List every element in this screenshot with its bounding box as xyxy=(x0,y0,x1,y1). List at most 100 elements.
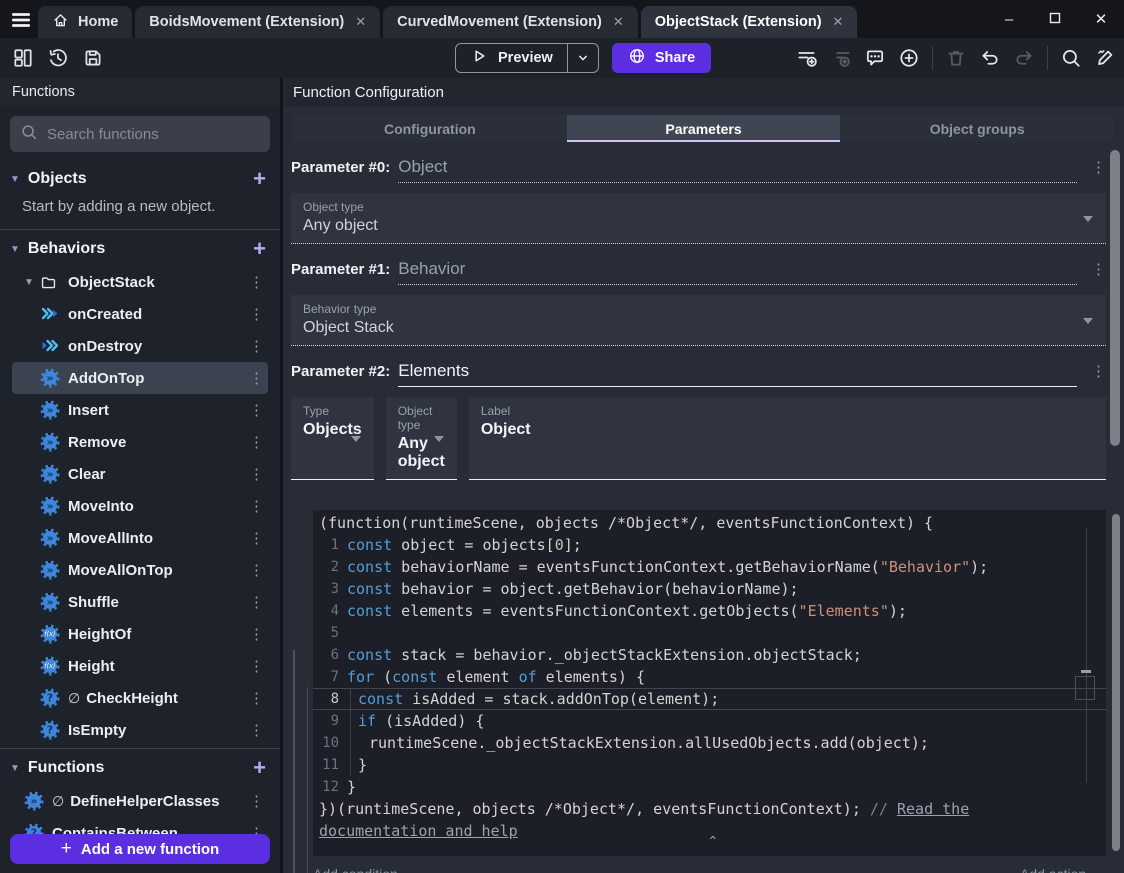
sidebar-item-heightof[interactable]: f(x) HeightOf ⋮ xyxy=(12,618,268,650)
code-line[interactable]: 1 const object = objects[0]; xyxy=(313,534,1106,556)
sidebar-item-moveallontop[interactable]: » MoveAllOnTop ⋮ xyxy=(12,554,268,586)
sidebar-item-isempty[interactable]: ? IsEmpty ⋮ xyxy=(12,714,268,746)
tab-parameters[interactable]: Parameters xyxy=(566,115,841,142)
js-code-editor[interactable]: (function(runtimeScene, objects /*Object… xyxy=(313,510,1106,856)
kebab-menu-icon[interactable]: ⋮ xyxy=(245,305,268,323)
code-line[interactable]: 4 const elements = eventsFunctionContext… xyxy=(313,600,1106,622)
field-label[interactable]: Label Object xyxy=(468,397,1106,480)
field-type[interactable]: Type Objects xyxy=(291,397,374,480)
sidebar-item-definehelperclasses[interactable]: » ∅ DefineHelperClasses ⋮ xyxy=(12,785,268,817)
parameter-name-input[interactable] xyxy=(398,157,1077,177)
preview-button[interactable]: Preview xyxy=(455,43,599,73)
kebab-menu-icon[interactable]: ⋮ xyxy=(245,337,268,355)
code-line[interactable]: 8 const isAdded = stack.addOnTop(element… xyxy=(313,688,1106,710)
code-line[interactable]: 9 if (isAdded) { xyxy=(313,710,1106,732)
code-line[interactable]: 5 xyxy=(313,622,1106,644)
sidebar-item-shuffle[interactable]: » Shuffle ⋮ xyxy=(12,586,268,618)
tab-close-icon[interactable]: ✕ xyxy=(355,14,366,30)
sidebar-item-height[interactable]: f(x) Height ⋮ xyxy=(12,650,268,682)
add-new-function-button[interactable]: + Add a new function xyxy=(10,834,270,864)
kebab-menu-icon[interactable]: ⋮ xyxy=(245,792,268,810)
field-behavior-type[interactable]: Behavior type Object Stack xyxy=(291,295,1106,346)
add-behavior-icon[interactable]: + xyxy=(253,238,266,260)
tab-object-groups[interactable]: Object groups xyxy=(840,115,1114,142)
close-button[interactable]: ✕ xyxy=(1078,10,1124,28)
tab-curvedmovement-extension[interactable]: CurvedMovement (Extension) ✕ xyxy=(383,6,638,38)
kebab-menu-icon[interactable]: ⋮ xyxy=(1091,158,1106,176)
kebab-menu-icon[interactable]: ⋮ xyxy=(245,273,268,291)
sidebar-item-insert[interactable]: » Insert ⋮ xyxy=(12,394,268,426)
code-line[interactable]: 7 for (const element of elements) { xyxy=(313,666,1106,688)
kebab-menu-icon[interactable]: ⋮ xyxy=(245,369,268,387)
kebab-menu-icon[interactable]: ⋮ xyxy=(1091,362,1106,380)
sidebar-item-moveinto[interactable]: » MoveInto ⋮ xyxy=(12,490,268,522)
add-comment-icon[interactable] xyxy=(864,47,886,69)
documentation-link[interactable]: Read the xyxy=(897,800,969,818)
section-header-behavior[interactable]: ▼ Behaviors + xyxy=(0,232,280,266)
documentation-link[interactable]: documentation and help xyxy=(319,822,518,840)
chevron-down-icon[interactable]: ▼ xyxy=(10,763,20,774)
code-line[interactable]: 2 const behaviorName = eventsFunctionCon… xyxy=(313,556,1106,578)
search-icon[interactable] xyxy=(1060,47,1082,69)
field-object-type[interactable]: Object type Any object xyxy=(385,397,457,480)
version-history-icon[interactable] xyxy=(47,47,69,69)
tab-configuration[interactable]: Configuration xyxy=(293,115,567,142)
code-line[interactable]: 6 const stack = behavior._objectStackExt… xyxy=(313,644,1106,666)
kebab-menu-icon[interactable]: ⋮ xyxy=(245,689,268,707)
code-line[interactable]: 3 const behavior = object.getBehavior(be… xyxy=(313,578,1106,600)
code-line[interactable]: 11 } xyxy=(313,754,1106,776)
parameter-name-input[interactable] xyxy=(398,259,1077,279)
add-condition-link[interactable]: Add condition xyxy=(313,866,398,873)
edit-icon[interactable] xyxy=(1094,47,1116,69)
sidebar-item-addontop[interactable]: » AddOnTop ⋮ xyxy=(12,362,268,394)
expand-caret-icon[interactable]: ^ xyxy=(710,830,717,852)
section-header-object[interactable]: ▼ Objects + xyxy=(0,162,280,196)
kebab-menu-icon[interactable]: ⋮ xyxy=(245,401,268,419)
field-object-type[interactable]: Object type Any object xyxy=(291,193,1106,244)
kebab-menu-icon[interactable]: ⋮ xyxy=(245,561,268,579)
code-scrollbar[interactable] xyxy=(1112,514,1120,851)
sidebar-item-clear[interactable]: » Clear ⋮ xyxy=(12,458,268,490)
sidebar-item-objectstack[interactable]: ▼ ObjectStack ⋮ xyxy=(12,266,268,298)
kebab-menu-icon[interactable]: ⋮ xyxy=(245,465,268,483)
kebab-menu-icon[interactable]: ⋮ xyxy=(245,721,268,739)
parameters-scrollbar[interactable] xyxy=(1110,150,1120,446)
parameter-name-input[interactable] xyxy=(398,361,1077,381)
code-line[interactable]: 10 runtimeScene._objectStackExtension.al… xyxy=(313,732,1106,754)
section-header-function[interactable]: ▼ Functions + xyxy=(0,751,280,785)
sidebar-item-checkheight[interactable]: ? ∅ CheckHeight ⋮ xyxy=(12,682,268,714)
tab-objectstack-extension[interactable]: ObjectStack (Extension) ✕ xyxy=(640,6,858,38)
minimize-button[interactable]: – xyxy=(986,11,1032,28)
kebab-menu-icon[interactable]: ⋮ xyxy=(245,657,268,675)
add-action-link[interactable]: Add action xyxy=(1020,866,1086,873)
kebab-menu-icon[interactable]: ⋮ xyxy=(245,593,268,611)
tab-close-icon[interactable]: ✕ xyxy=(613,14,624,30)
menu-icon[interactable] xyxy=(10,9,32,36)
add-event-icon[interactable] xyxy=(796,47,818,69)
add-object-icon[interactable]: + xyxy=(253,168,266,190)
save-icon[interactable] xyxy=(82,47,104,69)
sidebar-item-oncreated[interactable]: onCreated ⋮ xyxy=(12,298,268,330)
share-button[interactable]: Share xyxy=(611,43,712,73)
tab-close-icon[interactable]: ✕ xyxy=(833,14,844,30)
kebab-menu-icon[interactable]: ⋮ xyxy=(245,433,268,451)
chevron-down-icon[interactable]: ▼ xyxy=(24,277,40,288)
preview-options-button[interactable] xyxy=(568,44,598,72)
undo-icon[interactable] xyxy=(979,47,1001,69)
chevron-down-icon[interactable]: ▼ xyxy=(10,174,20,185)
tab-home[interactable]: Home xyxy=(38,6,133,38)
sidebar-item-moveallinto[interactable]: » MoveAllInto ⋮ xyxy=(12,522,268,554)
add-circle-icon[interactable] xyxy=(898,47,920,69)
event-grip[interactable] xyxy=(293,650,295,873)
sidebar-item-remove[interactable]: » Remove ⋮ xyxy=(12,426,268,458)
add-function-icon[interactable]: + xyxy=(253,757,266,779)
kebab-menu-icon[interactable]: ⋮ xyxy=(245,497,268,515)
kebab-menu-icon[interactable]: ⋮ xyxy=(1091,260,1106,278)
kebab-menu-icon[interactable]: ⋮ xyxy=(245,529,268,547)
kebab-menu-icon[interactable]: ⋮ xyxy=(245,625,268,643)
code-line[interactable]: 12 } xyxy=(313,776,1106,798)
chevron-down-icon[interactable]: ▼ xyxy=(10,244,20,255)
search-input[interactable] xyxy=(47,125,260,143)
tab-boidsmovement-extension[interactable]: BoidsMovement (Extension) ✕ xyxy=(135,6,381,38)
project-manager-icon[interactable] xyxy=(12,47,34,69)
